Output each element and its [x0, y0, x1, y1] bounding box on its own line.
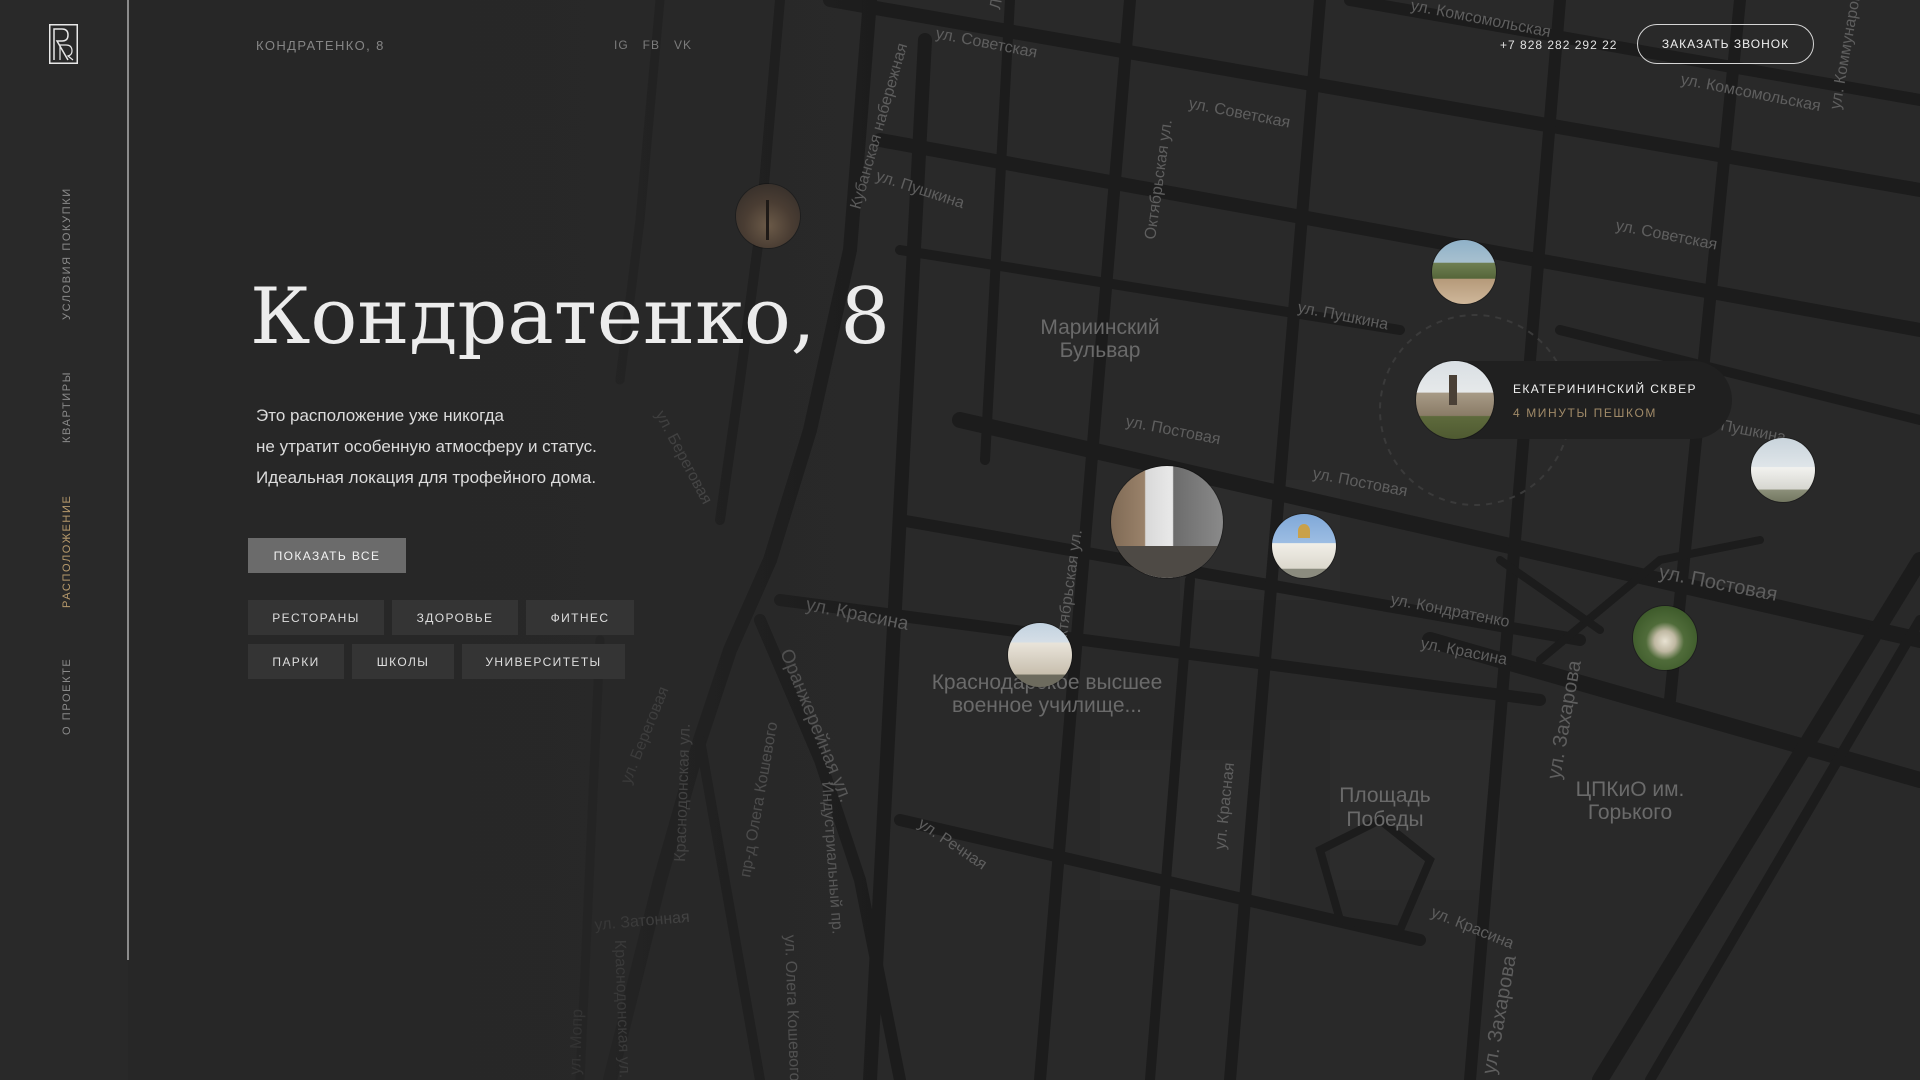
social-link-fb[interactable]: FB [643, 38, 660, 52]
building-base [1111, 546, 1223, 578]
sidebar: УСЛОВИЯ ПОКУПКИ КВАРТИРЫ РАСПОЛОЖЕНИЕ О … [0, 0, 128, 960]
poi-ekaterininsky-square[interactable] [1416, 361, 1494, 439]
hero-description: Это расположение уже никогда не утратит … [256, 400, 726, 493]
filter-health[interactable]: ЗДОРОВЬЕ [392, 600, 518, 635]
callback-button[interactable]: ЗАКАЗАТЬ ЗВОНОК [1637, 24, 1814, 64]
filter-universities[interactable]: УНИВЕРСИТЕТЫ [462, 644, 625, 679]
poi-tower-sunset[interactable] [736, 184, 800, 248]
social-link-vk[interactable]: VK [674, 38, 692, 52]
poi-cathedral[interactable] [1272, 514, 1336, 578]
sidebar-item-purchase-terms[interactable]: УСЛОВИЯ ПОКУПКИ [61, 187, 73, 320]
poi-military-school[interactable] [1008, 623, 1072, 687]
area-label: Бульвар [1060, 339, 1141, 362]
sidebar-item-apartments[interactable]: КВАРТИРЫ [61, 371, 73, 443]
area-label: Мариинский [1040, 316, 1159, 339]
filter-parks[interactable]: ПАРКИ [248, 644, 344, 679]
filter-restaurants[interactable]: РЕСТОРАНЫ [248, 600, 384, 635]
area-label: военное училище... [952, 694, 1142, 717]
monument-icon [1449, 375, 1457, 405]
area-label: ЦПКиО им. [1576, 778, 1685, 801]
poi-white-building[interactable] [1751, 438, 1815, 502]
header-address: КОНДРАТЕНКО, 8 [256, 38, 385, 53]
tower-icon [766, 200, 769, 240]
hero-description-line: не утратит особенную атмосферу и статус. [256, 437, 597, 456]
social-link-ig[interactable]: IG [614, 38, 629, 52]
hero-description-line: Идеальная локация для трофейного дома. [256, 468, 597, 487]
sidebar-item-about[interactable]: О ПРОЕКТЕ [61, 658, 73, 735]
sidebar-divider [127, 0, 129, 960]
area-label: Горького [1588, 801, 1672, 824]
featured-poi-walk-time: 4 МИНУТЫ ПЕШКОМ [1513, 406, 1658, 420]
poi-gorky-park-rotunda[interactable] [1633, 606, 1697, 670]
social-links: IG FB VK [614, 38, 692, 52]
header-phone[interactable]: +7 828 282 292 22 [1500, 38, 1617, 52]
featured-poi-name: ЕКАТЕРИНИНСКИЙ СКВЕР [1513, 382, 1697, 396]
page-title: Кондратенко, 8 [250, 272, 890, 362]
page: ул. Советская ул. Советская ул. Советска… [0, 0, 1920, 1080]
hero-description-line: Это расположение уже никогда [256, 406, 504, 425]
sidebar-item-location[interactable]: РАСПОЛОЖЕНИЕ [61, 495, 73, 608]
area-label: Победы [1346, 808, 1423, 831]
filter-fitness[interactable]: ФИТНЕС [526, 600, 634, 635]
filter-schools[interactable]: ШКОЛЫ [352, 644, 454, 679]
area-label: Площадь [1339, 784, 1430, 807]
poi-park-alley[interactable] [1432, 240, 1496, 304]
poi-project-building[interactable] [1111, 466, 1223, 578]
street-label: ул. Мопр [567, 1009, 586, 1075]
show-all-button[interactable]: ПОКАЗАТЬ ВСЕ [248, 538, 406, 573]
dome-icon [1298, 524, 1310, 538]
logo-monogram-icon[interactable] [49, 24, 78, 64]
